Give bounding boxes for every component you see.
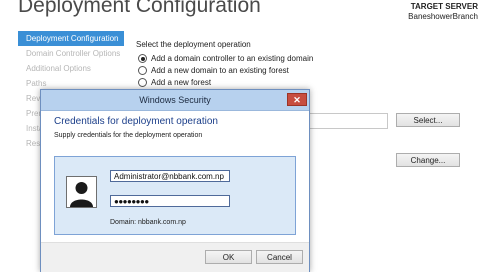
radio-button[interactable]: [138, 78, 147, 87]
dialog-title: Windows Security: [139, 95, 211, 105]
domain-label: Domain: nbbank.com.np: [110, 219, 186, 226]
page-title: Deployment Configuration: [18, 0, 261, 17]
target-server-info: TARGET SERVER BaneshowerBranch: [386, 2, 478, 22]
target-server-name: BaneshowerBranch: [408, 12, 478, 21]
user-silhouette-icon: [66, 176, 97, 208]
dialog-heading: Credentials for deployment operation: [54, 116, 218, 127]
radio-button[interactable]: [138, 66, 147, 75]
dialog-footer: OK Cancel: [41, 242, 309, 272]
select-button[interactable]: Select...: [396, 113, 460, 127]
radio-button-checked[interactable]: [138, 54, 147, 63]
dialog-subheading: Supply credentials for the deployment op…: [54, 132, 203, 139]
password-field[interactable]: ●●●●●●●●: [110, 195, 230, 207]
change-button[interactable]: Change...: [396, 153, 460, 167]
radio-label: Add a domain controller to an existing d…: [151, 54, 314, 63]
close-icon[interactable]: ✕: [287, 93, 307, 106]
nav-item-domain-controller-options[interactable]: Domain Controller Options: [18, 46, 124, 61]
ok-button[interactable]: OK: [205, 250, 252, 264]
nav-item-deployment-configuration[interactable]: Deployment Configuration: [18, 31, 124, 46]
credential-tile: Administrator@nbbank.com.np ●●●●●●●● Dom…: [54, 156, 296, 235]
target-server-label: TARGET SERVER: [410, 2, 478, 11]
cancel-button[interactable]: Cancel: [256, 250, 303, 264]
radio-add-domain[interactable]: Add a new domain to an existing forest: [138, 66, 289, 75]
radio-label: Add a new forest: [151, 78, 212, 87]
windows-security-dialog: Windows Security ✕ Credentials for deplo…: [40, 89, 310, 272]
radio-add-forest[interactable]: Add a new forest: [138, 78, 211, 87]
username-field[interactable]: Administrator@nbbank.com.np: [110, 170, 230, 182]
radio-label: Add a new domain to an existing forest: [151, 66, 289, 75]
nav-item-additional-options[interactable]: Additional Options: [18, 61, 124, 76]
radio-add-dc[interactable]: Add a domain controller to an existing d…: [138, 54, 313, 63]
operation-label: Select the deployment operation: [136, 40, 251, 49]
